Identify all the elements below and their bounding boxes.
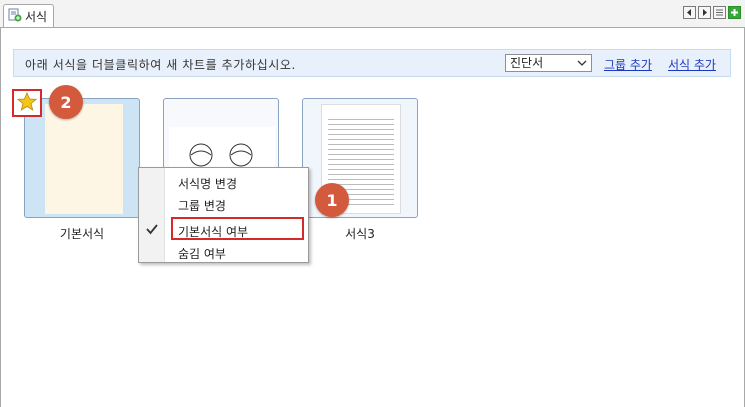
- top-toolbar: 서식: [0, 0, 745, 28]
- add-group-link[interactable]: 그룹 추가: [604, 56, 652, 73]
- default-star-marker: [12, 89, 42, 117]
- info-bar: 아래 서식을 더블클릭하여 새 차트를 추가하십시오. 진단서 그룹 추가 서식…: [13, 49, 731, 77]
- highlight-box: [171, 217, 304, 240]
- tab-templates[interactable]: 서식: [3, 4, 54, 27]
- menu-item-change-group[interactable]: 그룹 변경: [178, 197, 226, 214]
- next-icon[interactable]: [698, 6, 711, 19]
- menu-item-hide[interactable]: 숨김 여부: [178, 245, 226, 262]
- head-diagram-icon: [189, 143, 253, 167]
- template-category-select[interactable]: 진단서: [505, 54, 592, 72]
- tab-nav-buttons: [683, 6, 741, 19]
- step-badge-2: 2: [49, 85, 83, 119]
- template-preview: [45, 104, 123, 214]
- step-badge-1: 1: [315, 183, 349, 217]
- select-value: 진단서: [510, 56, 544, 70]
- context-menu: 서식명 변경 그룹 변경 기본서식 여부 숨김 여부: [138, 167, 309, 263]
- tab-label: 서식: [25, 9, 48, 24]
- add-icon[interactable]: [728, 6, 741, 19]
- checkmark-icon: [146, 223, 158, 238]
- add-template-link[interactable]: 서식 추가: [668, 56, 716, 73]
- list-icon[interactable]: [713, 6, 726, 19]
- template-icon: [8, 8, 22, 25]
- prev-icon[interactable]: [683, 6, 696, 19]
- template-panel: 아래 서식을 더블클릭하여 새 차트를 추가하십시오. 진단서 그룹 추가 서식…: [0, 28, 745, 407]
- menu-item-rename[interactable]: 서식명 변경: [178, 175, 237, 192]
- info-text: 아래 서식을 더블클릭하여 새 차트를 추가하십시오.: [25, 58, 296, 72]
- menu-gutter: [139, 168, 165, 262]
- chevron-down-icon: [577, 55, 587, 75]
- template-label: 기본서식: [59, 227, 105, 241]
- star-icon: [16, 91, 38, 115]
- template-label: 서식3: [345, 227, 375, 241]
